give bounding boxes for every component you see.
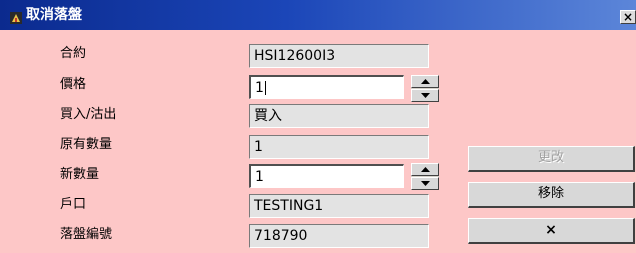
price-input[interactable]: 1 <box>249 75 404 99</box>
price-spin-down[interactable] <box>411 89 439 102</box>
price-label: 價格 <box>60 77 87 92</box>
order-no-field: 718790 <box>249 224 429 248</box>
spin-up-icon <box>421 79 430 84</box>
original-qty-label: 原有數量 <box>60 137 113 152</box>
spin-down-icon <box>421 181 430 186</box>
new-qty-spin-down[interactable] <box>411 177 439 190</box>
cancel-button[interactable]: × <box>468 218 635 244</box>
close-button[interactable]: × <box>620 10 636 24</box>
new-qty-label: 新數量 <box>60 167 100 182</box>
title-bar[interactable]: 取消落盤 × <box>0 0 636 30</box>
contract-label: 合約 <box>60 46 87 61</box>
spin-up-icon <box>421 167 430 172</box>
side-label: 買入/沽出 <box>60 107 117 122</box>
account-label: 戶口 <box>60 197 87 212</box>
text-caret <box>264 81 266 95</box>
account-field: TESTING1 <box>249 194 429 218</box>
original-qty-field: 1 <box>249 135 429 159</box>
window-title: 取消落盤 <box>26 7 82 23</box>
price-spin-up[interactable] <box>411 75 439 88</box>
price-spinner[interactable] <box>411 75 439 102</box>
new-qty-spinner[interactable] <box>411 163 439 190</box>
new-qty-spin-up[interactable] <box>411 163 439 176</box>
app-icon <box>10 9 22 24</box>
modify-button[interactable]: 更改 <box>468 146 635 172</box>
side-field: 買入 <box>249 104 429 128</box>
remove-button[interactable]: 移除 <box>468 182 635 208</box>
new-qty-value: 1 <box>255 169 264 185</box>
contract-field: HSI12600I3 <box>249 44 429 68</box>
new-qty-input[interactable]: 1 <box>249 164 404 188</box>
price-value: 1 <box>255 80 264 96</box>
spin-down-icon <box>421 93 430 98</box>
cancel-order-window: 取消落盤 × 合約 HSI12600I3 價格 1 買入/沽出 買入 原有數量 … <box>0 0 636 253</box>
order-no-label: 落盤編號 <box>60 227 113 242</box>
